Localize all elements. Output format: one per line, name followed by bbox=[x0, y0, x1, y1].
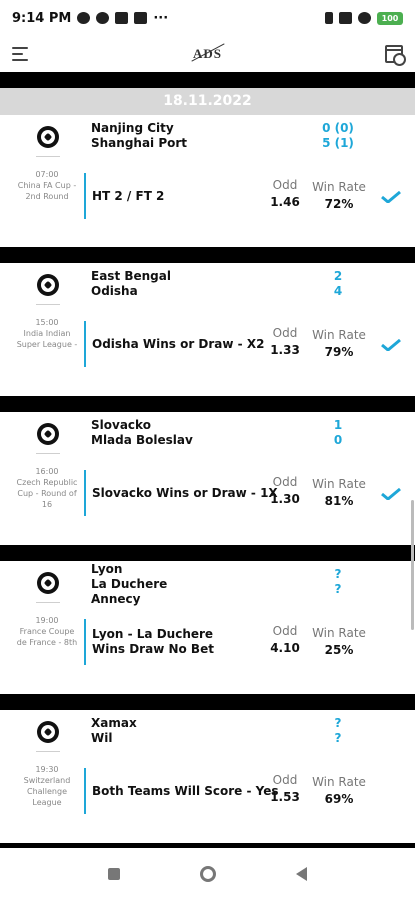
odd-box: Odd 1.53 bbox=[270, 773, 300, 804]
football-icon bbox=[37, 721, 59, 743]
odd-box: Odd 1.30 bbox=[270, 475, 300, 506]
win-rate-box: Win Rate 69% bbox=[312, 775, 366, 806]
divider bbox=[0, 72, 415, 88]
wifi-icon bbox=[358, 12, 371, 24]
cloud-status-icon bbox=[115, 12, 129, 24]
match-scores: 0 (0) 5 (1) bbox=[322, 121, 354, 150]
divider bbox=[0, 694, 415, 710]
football-icon bbox=[37, 126, 59, 148]
match-scores: ?? bbox=[334, 716, 342, 745]
win-rate-box: Win Rate 72% bbox=[312, 180, 366, 211]
accent-line bbox=[84, 768, 86, 814]
home-icon[interactable] bbox=[200, 866, 216, 882]
match-scores: 24 bbox=[333, 269, 343, 298]
accent-line bbox=[84, 173, 86, 219]
match-card[interactable]: Slovacko Mlada Boleslav 10 16:00 Czech Rep… bbox=[0, 412, 415, 545]
prediction-text: Both Teams Will Score - Yes bbox=[92, 784, 279, 798]
match-meta: 19:30 Switzerland Challenge League bbox=[23, 765, 71, 807]
win-rate-box: Win Rate 81% bbox=[312, 477, 366, 508]
divider bbox=[36, 304, 60, 305]
battery-icon: 100 bbox=[377, 11, 403, 25]
match-meta: 07:00 China FA Cup - 2nd Round bbox=[17, 170, 77, 201]
accent-line bbox=[84, 470, 86, 516]
match-teams: East Bengal Odisha bbox=[91, 269, 171, 298]
odd-box: Odd 4.10 bbox=[270, 624, 300, 655]
prediction-text: Slovacko Wins or Draw - 1X bbox=[92, 486, 278, 500]
back-icon[interactable] bbox=[296, 867, 307, 881]
check-icon bbox=[381, 488, 401, 500]
check-icon bbox=[381, 191, 401, 203]
odd-box: Odd 1.46 bbox=[270, 178, 300, 209]
football-icon bbox=[37, 274, 59, 296]
more-status-icon: ··· bbox=[153, 10, 169, 26]
match-card[interactable]: Nanjing City Shanghai Port 0 (0) 5 (1) 07:… bbox=[0, 115, 415, 247]
football-icon bbox=[37, 572, 59, 594]
win-rate-box: Win Rate 79% bbox=[312, 328, 366, 359]
settings-status-icon bbox=[77, 12, 91, 24]
recents-icon[interactable] bbox=[108, 868, 120, 880]
match-card[interactable]: Xamax Wil ?? 19:30 Switzerland Challenge L… bbox=[0, 710, 415, 843]
match-teams: Lyon La Duchere Annecy bbox=[91, 562, 168, 606]
accent-line bbox=[84, 619, 86, 665]
app-logo: ADS bbox=[190, 43, 225, 62]
divider bbox=[36, 156, 60, 157]
prediction-text: Lyon - La Duchere Wins Draw No Bet bbox=[92, 627, 214, 656]
match-scores: ?? bbox=[334, 567, 342, 596]
odd-box: Odd 1.33 bbox=[270, 326, 300, 357]
match-teams: Slovacko Mlada Boleslav bbox=[91, 418, 193, 447]
match-scores: 10 bbox=[333, 418, 343, 447]
status-time: 9:14 PM bbox=[12, 10, 72, 26]
app-header: ADS bbox=[0, 36, 415, 72]
youtube-status-icon bbox=[134, 12, 148, 24]
divider bbox=[36, 751, 60, 752]
prediction-text: HT 2 / FT 2 bbox=[92, 189, 165, 203]
match-teams: Xamax Wil bbox=[91, 716, 137, 745]
match-card[interactable]: Lyon La Duchere Annecy ?? 19:00 France Coup… bbox=[0, 561, 415, 694]
calendar-icon[interactable] bbox=[385, 45, 406, 66]
clock-status-icon bbox=[96, 12, 110, 24]
match-meta: 16:00 Czech Republic Cup - Round of 16 bbox=[16, 467, 78, 509]
date-header: 18.11.2022 bbox=[0, 88, 415, 115]
divider bbox=[0, 396, 415, 412]
status-bar: 9:14 PM ··· 100 bbox=[0, 0, 415, 36]
check-icon bbox=[381, 339, 401, 351]
menu-icon[interactable] bbox=[12, 47, 28, 61]
system-nav-bar bbox=[0, 848, 415, 900]
divider bbox=[36, 602, 60, 603]
match-teams: Nanjing City Shanghai Port bbox=[91, 121, 188, 150]
scrollbar[interactable] bbox=[411, 500, 414, 630]
accent-line bbox=[84, 321, 86, 367]
prediction-text: Odisha Wins or Draw - X2 bbox=[92, 337, 265, 351]
divider bbox=[0, 247, 415, 263]
match-card[interactable]: East Bengal Odisha 24 15:00 India Indian S… bbox=[0, 263, 415, 396]
sim-icon bbox=[339, 12, 352, 24]
win-rate-box: Win Rate 25% bbox=[312, 626, 366, 657]
divider bbox=[36, 453, 60, 454]
match-meta: 15:00 India Indian Super League - bbox=[16, 318, 78, 349]
football-icon bbox=[37, 423, 59, 445]
match-meta: 19:00 France Coupe de France - 8th bbox=[16, 616, 78, 647]
bluetooth-icon bbox=[325, 12, 333, 24]
divider bbox=[0, 545, 415, 561]
